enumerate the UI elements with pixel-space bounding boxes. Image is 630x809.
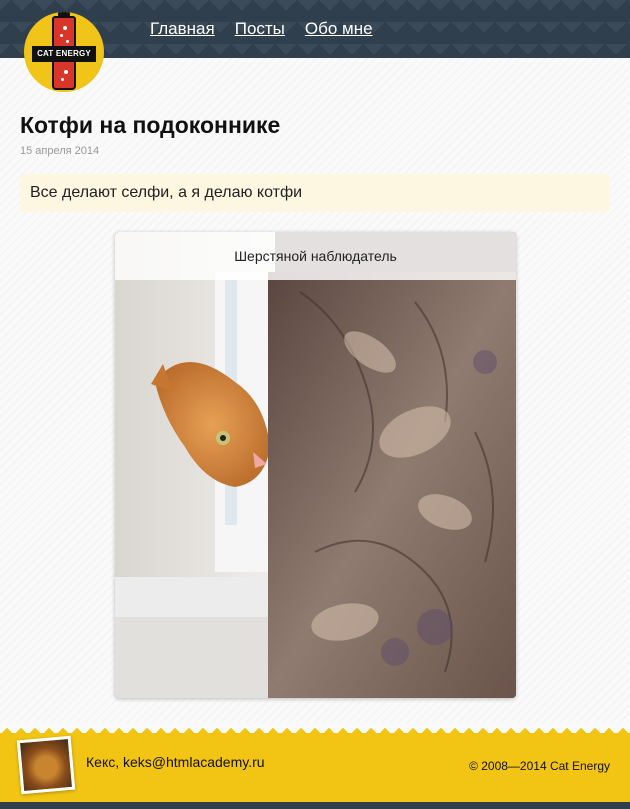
post-title: Котфи на подоконнике (20, 112, 281, 138)
post-figure: Шерстяной наблюдатель (115, 232, 516, 698)
copyright-text: © 2008—2014 Cat Energy (469, 759, 610, 773)
cat-energy-logo[interactable]: CAT ENERGY (24, 12, 104, 92)
footer-bottom-strip (0, 802, 630, 809)
nav-link-home[interactable]: Главная (150, 19, 215, 39)
post-date: 15 апреля 2014 (20, 145, 100, 157)
post-quote: Все делают селфи, а я делаю котфи (20, 174, 610, 212)
author-avatar (16, 735, 76, 795)
figure-caption: Шерстяной наблюдатель (115, 232, 516, 280)
cat-photo (115, 232, 516, 698)
logo-text: CAT ENERGY (32, 46, 96, 62)
footer-zigzag-edge (0, 723, 630, 733)
nav-link-about[interactable]: Обо мне (305, 19, 373, 39)
nav-link-posts[interactable]: Посты (235, 19, 285, 39)
author-contact: Кекс, keks@htmlacademy.ru (86, 754, 265, 770)
main-nav: Главная Посты Обо мне (150, 19, 373, 39)
site-footer: Кекс, keks@htmlacademy.ru © 2008—2014 Ca… (0, 723, 630, 809)
